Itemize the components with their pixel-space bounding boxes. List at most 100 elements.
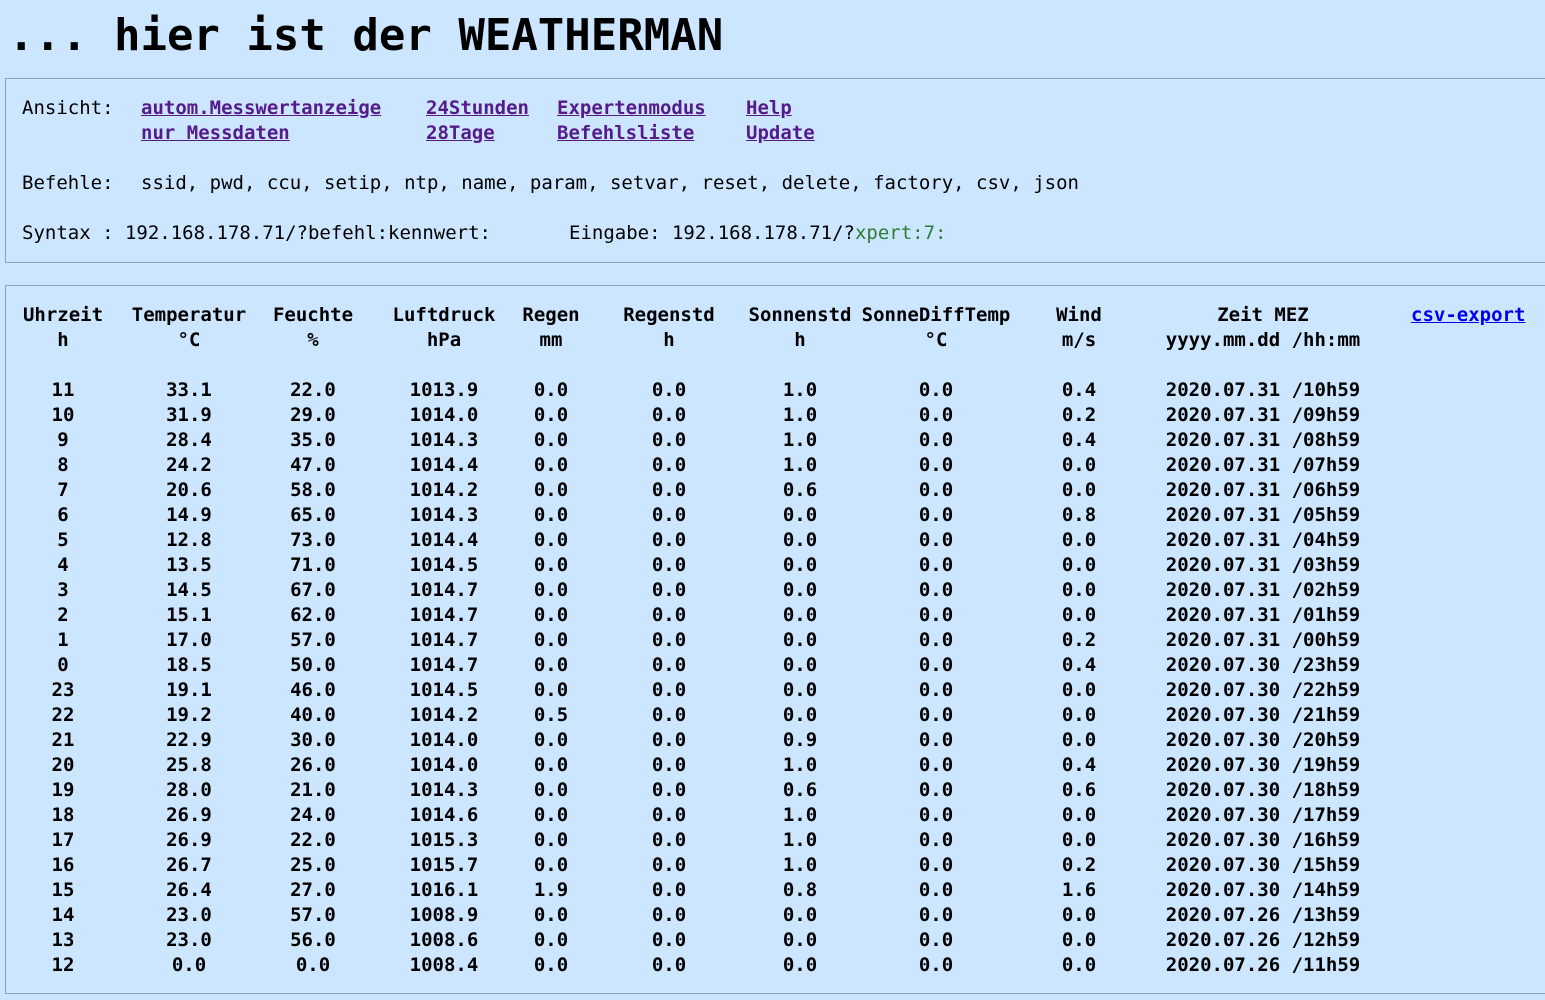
table-cell-regen: 0.5 (533, 704, 569, 726)
table-cell-luftdruck: 1014.5 (409, 679, 479, 701)
table-cell-wind: 0.0 (1061, 929, 1097, 951)
table-cell-zeit-mez: 2020.07.30 /19h59 (1165, 754, 1361, 776)
csv-export-link[interactable]: csv-export (1411, 303, 1525, 328)
table-cell-feuchte: 56.0 (290, 929, 336, 951)
table-cell-regenstd: 0.0 (651, 529, 687, 551)
table-cell-regen: 0.0 (533, 529, 569, 551)
table-cell-sonnedifftemp: 0.0 (918, 879, 954, 901)
table-cell-uhrzeit: 2 (57, 604, 69, 626)
input-label: Eingabe: 192.168.178.71/? (569, 222, 855, 244)
table-cell-regenstd: 0.0 (651, 679, 687, 701)
table-cell-temperatur: 19.1 (166, 679, 212, 701)
table-cell-luftdruck: 1014.0 (409, 729, 479, 751)
table-cell-luftdruck: 1014.7 (409, 604, 479, 626)
table-cell-regenstd: 0.0 (651, 704, 687, 726)
link-nur-messdaten[interactable]: nur Messdaten (141, 121, 290, 146)
table-cell-luftdruck: 1013.9 (409, 379, 479, 401)
table-cell-regen: 0.0 (533, 804, 569, 826)
header-temperatur: Temperatur (131, 304, 247, 326)
input-value: xpert:7: (854, 222, 947, 244)
table-cell-feuchte: 71.0 (290, 554, 336, 576)
table-cell-luftdruck: 1014.3 (409, 429, 479, 451)
table-cell-feuchte: 57.0 (290, 904, 336, 926)
table-cell-regenstd: 0.0 (651, 904, 687, 926)
table-cell-sonnedifftemp: 0.0 (918, 704, 954, 726)
table-cell-regenstd: 0.0 (651, 854, 687, 876)
header-unit-temperatur: °C (177, 329, 201, 351)
table-cell-luftdruck: 1014.5 (409, 554, 479, 576)
header-zeit-mez: Zeit MEZ (1217, 304, 1309, 326)
table-cell-feuchte: 21.0 (290, 779, 336, 801)
table-cell-sonnedifftemp: 0.0 (918, 379, 954, 401)
table-cell-zeit-mez: 2020.07.31 /08h59 (1165, 429, 1361, 451)
table-cell-regen: 0.0 (533, 679, 569, 701)
table-cell-feuchte: 30.0 (290, 729, 336, 751)
table-cell-luftdruck: 1008.9 (409, 904, 479, 926)
table-cell-uhrzeit: 16 (51, 854, 75, 876)
table-cell-wind: 0.2 (1061, 404, 1097, 426)
link-befehlsliste[interactable]: Befehlsliste (557, 121, 694, 146)
link-help[interactable]: Help (746, 96, 792, 121)
table-cell-sonnedifftemp: 0.0 (918, 954, 954, 976)
table-cell-zeit-mez: 2020.07.31 /09h59 (1165, 404, 1361, 426)
table-cell-wind: 0.4 (1061, 654, 1097, 676)
link-24stunden[interactable]: 24Stunden (426, 96, 529, 121)
table-cell-sonnedifftemp: 0.0 (918, 529, 954, 551)
table-cell-zeit-mez: 2020.07.30 /15h59 (1165, 854, 1361, 876)
table-cell-zeit-mez: 2020.07.30 /21h59 (1165, 704, 1361, 726)
table-cell-regen: 0.0 (533, 779, 569, 801)
table-cell-luftdruck: 1015.3 (409, 829, 479, 851)
table-cell-luftdruck: 1014.3 (409, 779, 479, 801)
table-cell-zeit-mez: 2020.07.30 /14h59 (1165, 879, 1361, 901)
link-update[interactable]: Update (746, 121, 815, 146)
table-cell-temperatur: 26.9 (166, 829, 212, 851)
table-cell-regen: 0.0 (533, 904, 569, 926)
table-cell-feuchte: 67.0 (290, 579, 336, 601)
table-cell-wind: 0.0 (1061, 454, 1097, 476)
table-cell-uhrzeit: 4 (57, 554, 69, 576)
link-expertenmodus[interactable]: Expertenmodus (557, 96, 706, 121)
header-unit-wind: m/s (1061, 329, 1097, 351)
table-cell-uhrzeit: 0 (57, 654, 69, 676)
table-cell-luftdruck: 1016.1 (409, 879, 479, 901)
header-luftdruck: Luftdruck (392, 304, 496, 326)
table-cell-sonnedifftemp: 0.0 (918, 554, 954, 576)
table-cell-uhrzeit: 15 (51, 879, 75, 901)
table-cell-temperatur: 23.0 (166, 929, 212, 951)
table-cell-uhrzeit: 18 (51, 804, 75, 826)
table-cell-zeit-mez: 2020.07.30 /23h59 (1165, 654, 1361, 676)
table-cell-zeit-mez: 2020.07.31 /05h59 (1165, 504, 1361, 526)
table-cell-sonnedifftemp: 0.0 (918, 679, 954, 701)
table-cell-regen: 0.0 (533, 854, 569, 876)
table-cell-temperatur: 28.4 (166, 429, 212, 451)
table-cell-temperatur: 0.0 (171, 954, 207, 976)
table-cell-sonnedifftemp: 0.0 (918, 854, 954, 876)
table-cell-uhrzeit: 13 (51, 929, 75, 951)
table-cell-regen: 0.0 (533, 829, 569, 851)
table-cell-regen: 0.0 (533, 954, 569, 976)
table-cell-uhrzeit: 7 (57, 479, 69, 501)
table-cell-regenstd: 0.0 (651, 804, 687, 826)
link-28tage[interactable]: 28Tage (426, 121, 495, 146)
link-autom-messwertanzeige[interactable]: autom.Messwertanzeige (141, 96, 381, 121)
table-cell-regenstd: 0.0 (651, 879, 687, 901)
table-cell-luftdruck: 1014.7 (409, 629, 479, 651)
header-unit-regenstd: h (663, 329, 675, 351)
table-cell-sonnedifftemp: 0.0 (918, 929, 954, 951)
table-cell-zeit-mez: 2020.07.30 /17h59 (1165, 804, 1361, 826)
table-cell-uhrzeit: 8 (57, 454, 69, 476)
table-cell-zeit-mez: 2020.07.31 /07h59 (1165, 454, 1361, 476)
header-feuchte: Feuchte (272, 304, 354, 326)
table-cell-zeit-mez: 2020.07.26 /11h59 (1165, 954, 1361, 976)
table-cell-sonnedifftemp: 0.0 (918, 429, 954, 451)
table-cell-regenstd: 0.0 (651, 454, 687, 476)
table-cell-feuchte: 27.0 (290, 879, 336, 901)
table-cell-wind: 0.0 (1061, 554, 1097, 576)
table-cell-regen: 0.0 (533, 404, 569, 426)
table-cell-sonnedifftemp: 0.0 (918, 779, 954, 801)
table-cell-regen: 0.0 (533, 554, 569, 576)
table-cell-wind: 0.0 (1061, 704, 1097, 726)
table-cell-wind: 0.0 (1061, 529, 1097, 551)
table-cell-regenstd: 0.0 (651, 479, 687, 501)
table-cell-sonnedifftemp: 0.0 (918, 754, 954, 776)
